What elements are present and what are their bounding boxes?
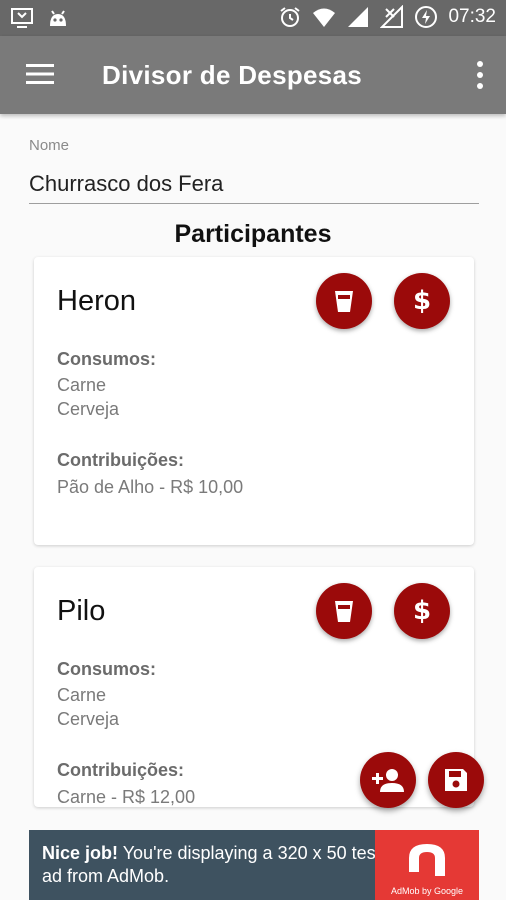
contribuicao-item: Carne - R$ 12,00 (57, 787, 196, 807)
name-input[interactable]: Churrasco dos Fera (29, 168, 479, 204)
menu-icon[interactable] (26, 62, 54, 86)
name-field-label: Nome (29, 137, 70, 154)
wifi-icon (313, 8, 336, 27)
app-title: Divisor de Despesas (102, 60, 363, 90)
status-right-icons: 07:32 (278, 5, 496, 29)
app-bar: Divisor de Despesas (0, 36, 506, 114)
more-vert-icon[interactable] (476, 60, 484, 90)
admob-logo: AdMob by Google (375, 830, 479, 900)
admob-caption: AdMob by Google (390, 886, 464, 896)
ad-banner[interactable]: Nice job! You're displaying a 320 x 50 t… (29, 830, 479, 900)
contribuicoes-heading: Contribuições: (57, 760, 185, 780)
participant-card: Heron $ Consumos: Carne Cerveja Contribu… (34, 257, 474, 545)
android-icon (50, 10, 66, 26)
add-consumption-button[interactable] (316, 273, 372, 329)
add-consumption-button[interactable] (316, 583, 372, 639)
cup-icon (335, 291, 353, 312)
save-button[interactable] (428, 752, 484, 808)
signal-off-icon (380, 5, 404, 28)
participant-name: Heron (57, 285, 136, 317)
admob-a-icon (409, 844, 445, 876)
consumo-item: Cerveja (57, 709, 120, 729)
add-person-button[interactable] (360, 752, 416, 808)
add-contribution-button[interactable]: $ (394, 583, 450, 639)
dollar-icon: $ (412, 286, 432, 316)
battery-charging-icon (415, 6, 438, 28)
alarm-icon (280, 7, 301, 27)
contribuicoes-heading: Contribuições: (57, 450, 185, 470)
signal-icon (348, 7, 369, 27)
dollar-icon: $ (412, 596, 432, 626)
participant-name: Pilo (57, 595, 106, 627)
contribuicao-item: Pão de Alho - R$ 10,00 (57, 477, 244, 497)
status-left-icons (10, 6, 70, 30)
status-bar: 07:32 (0, 0, 506, 36)
add-contribution-button[interactable]: $ (394, 273, 450, 329)
consumos-heading: Consumos: (57, 659, 156, 679)
ad-bold-text: Nice job! (42, 843, 119, 863)
save-icon (445, 769, 467, 791)
screen-cast-icon (11, 8, 33, 28)
cup-icon (335, 601, 353, 622)
person-add-icon (372, 769, 404, 792)
consumo-item: Carne (57, 685, 107, 705)
consumo-item: Carne (57, 375, 107, 395)
participants-title: Participantes (174, 220, 332, 248)
ad-text: Nice job! You're displaying a 320 x 50 t… (42, 842, 382, 888)
consumo-item: Cerveja (57, 399, 120, 419)
status-time: 07:32 (448, 6, 496, 27)
consumos-heading: Consumos: (57, 349, 156, 369)
